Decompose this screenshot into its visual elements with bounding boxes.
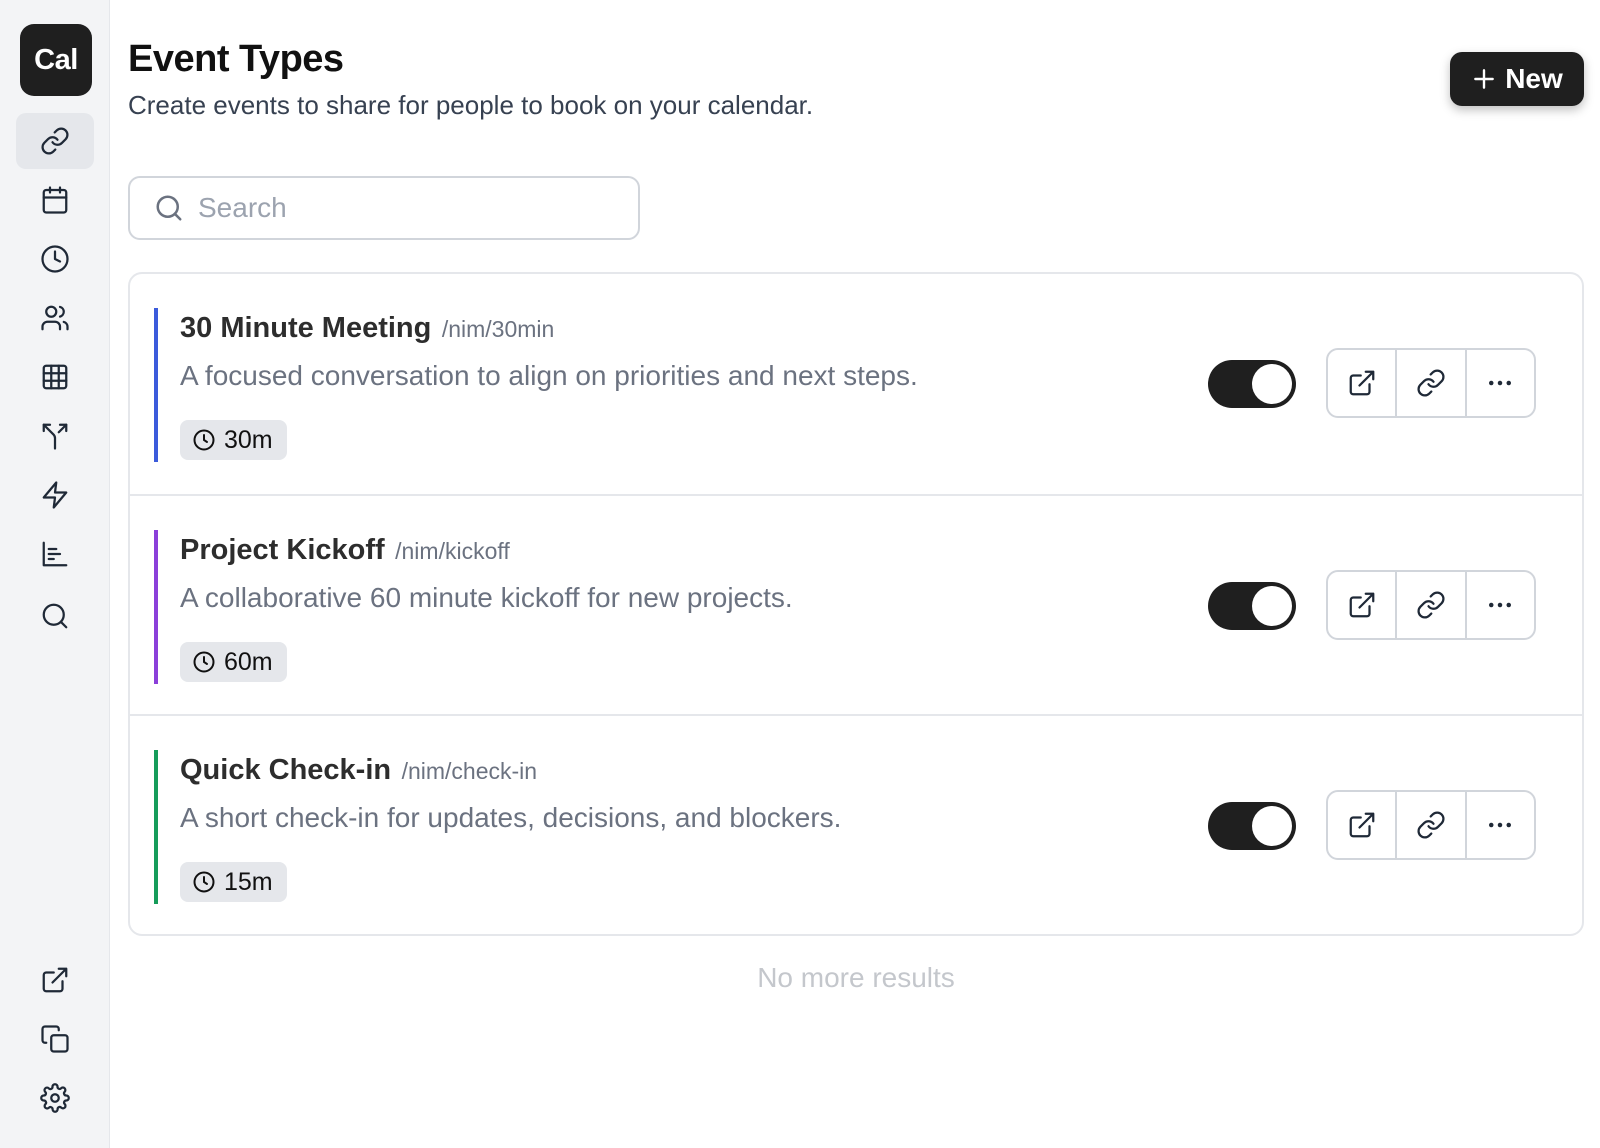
link-icon (41, 127, 69, 155)
more-options-button[interactable] (1464, 792, 1534, 858)
copy-link-button[interactable] (1395, 350, 1464, 416)
event-enabled-toggle[interactable] (1208, 582, 1296, 630)
event-color-accent (154, 530, 158, 684)
routing-icon (42, 423, 68, 450)
copy-link-button[interactable] (1395, 792, 1464, 858)
event-title-line: Project Kickoff /nim/kickoff (180, 534, 510, 567)
search-input[interactable] (196, 191, 620, 225)
new-event-type-button[interactable]: New (1450, 52, 1584, 106)
sidebar-item-settings[interactable] (16, 1070, 94, 1126)
link-icon (1417, 811, 1445, 839)
event-types-list: 30 Minute Meeting /nim/30min A focused c… (128, 272, 1584, 936)
toggle-knob (1252, 586, 1292, 626)
cal-logo[interactable]: Cal (20, 24, 92, 96)
event-slug: /nim/kickoff (395, 538, 510, 564)
more-horizontal-icon (1489, 822, 1512, 828)
duration-badge: 15m (180, 862, 287, 902)
page-title: Event Types (128, 38, 344, 80)
sidebar-item-event-types[interactable] (16, 113, 94, 169)
event-enabled-toggle[interactable] (1208, 802, 1296, 850)
search-icon (156, 195, 182, 221)
toggle-knob (1252, 364, 1292, 404)
link-icon (1417, 369, 1445, 397)
users-icon (41, 305, 69, 331)
event-actions-group (1326, 570, 1536, 640)
toggle-knob (1252, 806, 1292, 846)
event-description: A short check-in for updates, decisions,… (180, 802, 842, 833)
sidebar: Cal (0, 0, 110, 1148)
chart-icon (42, 541, 68, 567)
search-box[interactable] (128, 176, 640, 240)
preview-button[interactable] (1328, 350, 1395, 416)
event-title[interactable]: 30 Minute Meeting (180, 312, 431, 344)
clock-icon (193, 429, 215, 451)
event-enabled-toggle[interactable] (1208, 360, 1296, 408)
event-actions-group (1326, 790, 1536, 860)
sidebar-item-view-public-page[interactable] (16, 952, 94, 1008)
event-type-row[interactable]: Project Kickoff /nim/kickoff A collabora… (130, 494, 1582, 714)
event-slug: /nim/check-in (401, 758, 538, 784)
link-icon (1417, 591, 1445, 619)
event-description: A collaborative 60 minute kickoff for ne… (180, 582, 793, 613)
duration-text: 60m (224, 647, 273, 676)
event-type-row[interactable]: 30 Minute Meeting /nim/30min A focused c… (130, 274, 1582, 494)
duration-badge: 60m (180, 642, 287, 682)
preview-button[interactable] (1328, 792, 1395, 858)
sidebar-item-apps[interactable] (16, 349, 94, 405)
page-subtitle: Create events to share for people to boo… (128, 90, 814, 120)
event-color-accent (154, 308, 158, 462)
event-type-row[interactable]: Quick Check-in /nim/check-in A short che… (130, 714, 1582, 934)
event-title-line: Quick Check-in /nim/check-in (180, 754, 537, 787)
event-actions-group (1326, 348, 1536, 418)
plus-icon (1474, 69, 1495, 89)
new-button-label: New (1505, 63, 1563, 94)
sidebar-item-routing[interactable] (16, 408, 94, 464)
event-slug: /nim/30min (441, 316, 555, 342)
external-link-icon (1349, 370, 1375, 396)
clock-icon (193, 871, 215, 893)
sidebar-item-availability[interactable] (16, 231, 94, 287)
clock-icon (193, 651, 215, 673)
event-title-line: 30 Minute Meeting /nim/30min (180, 312, 554, 345)
event-color-accent (154, 750, 158, 904)
external-link-icon (1349, 592, 1375, 618)
duration-text: 15m (224, 867, 273, 896)
clock-icon (41, 245, 69, 273)
sidebar-item-workflows[interactable] (16, 467, 94, 523)
external-link-icon (42, 967, 68, 993)
sidebar-item-bookings[interactable] (16, 172, 94, 228)
more-options-button[interactable] (1464, 572, 1534, 638)
grid-icon (42, 364, 68, 390)
more-horizontal-icon (1489, 602, 1512, 608)
more-options-button[interactable] (1464, 350, 1534, 416)
preview-button[interactable] (1328, 572, 1395, 638)
sidebar-item-teams[interactable] (16, 290, 94, 346)
sidebar-item-insights[interactable] (16, 526, 94, 582)
event-title[interactable]: Quick Check-in (180, 754, 391, 786)
duration-text: 30m (224, 425, 273, 454)
gear-icon (40, 1083, 70, 1113)
event-title[interactable]: Project Kickoff (180, 534, 385, 566)
copy-icon (41, 1025, 69, 1053)
search-icon (42, 603, 68, 629)
calendar-icon (42, 186, 68, 214)
sidebar-item-copy-link[interactable] (16, 1011, 94, 1067)
no-more-results: No more results (757, 962, 955, 993)
lightning-icon (42, 481, 68, 509)
duration-badge: 30m (180, 420, 287, 460)
sidebar-item-search[interactable] (16, 588, 94, 644)
event-description: A focused conversation to align on prior… (180, 360, 918, 391)
copy-link-button[interactable] (1395, 572, 1464, 638)
more-horizontal-icon (1489, 380, 1512, 386)
external-link-icon (1349, 812, 1375, 838)
